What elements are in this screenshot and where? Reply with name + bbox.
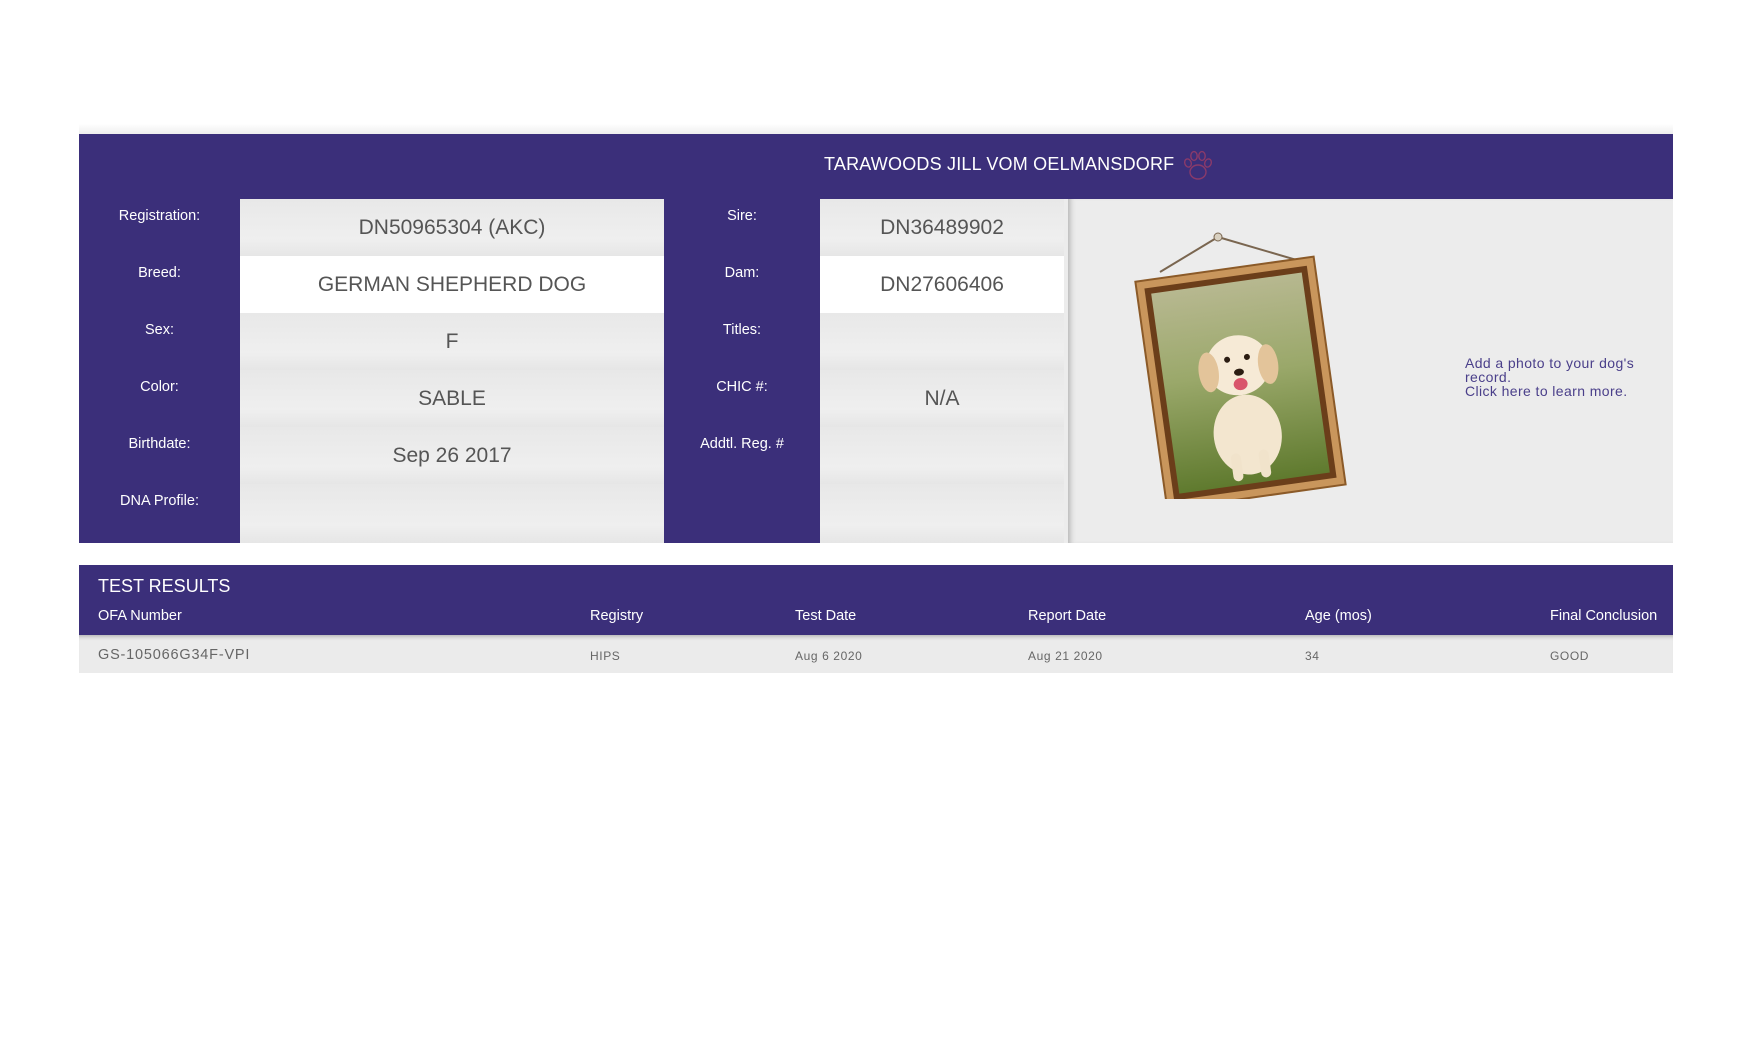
right-value-column: DN36489902 DN27606406 N/A: [820, 199, 1064, 543]
value-breed: GERMAN SHEPHERD DOG: [240, 256, 664, 313]
title-bar: TARAWOODS JILL VOM OELMANSDORF: [79, 134, 1673, 199]
cell-registry: HIPS: [590, 649, 621, 663]
column-registry: Registry: [590, 608, 644, 624]
cell-ofa-number: GS-105066G34F-VPI: [98, 647, 251, 663]
add-photo-line2: Click here to learn more.: [1465, 383, 1628, 399]
column-report-date: Report Date: [1028, 608, 1107, 624]
value-chic: N/A: [820, 370, 1064, 427]
label-dam: Dam:: [724, 265, 760, 281]
label-birthdate: Birthdate:: [128, 436, 191, 452]
dog-name: TARAWOODS JILL VOM OELMANSDORF: [824, 154, 1175, 174]
left-label-column: Registration: Breed: Sex: Color: Birthda…: [79, 134, 240, 543]
left-value-column: DN50965304 (AKC) GERMAN SHEPHERD DOG F S…: [240, 199, 664, 543]
value-sex: F: [240, 313, 664, 370]
column-age: Age (mos): [1305, 608, 1372, 624]
dog-record-card: TARAWOODS JILL VOM OELMANSDORF Registrat…: [79, 134, 1673, 543]
label-chic: CHIC #:: [716, 379, 768, 395]
cell-test-date: Aug 6 2020: [795, 649, 863, 663]
value-sire: DN36489902: [820, 199, 1064, 256]
label-titles: Titles:: [722, 322, 762, 338]
label-sex: Sex:: [144, 322, 174, 338]
column-final-conclusion: Final Conclusion: [1550, 608, 1658, 624]
value-titles: [820, 313, 1064, 370]
add-photo-line1: Add a photo to your dog's record.: [1465, 355, 1635, 385]
test-results-header: TEST RESULTS OFA Number Registry Test Da…: [79, 565, 1673, 635]
cell-age: 34: [1305, 649, 1320, 663]
cell-report-date: Aug 21 2020: [1028, 649, 1103, 663]
framed-dog-photo[interactable]: [1128, 229, 1368, 499]
label-dna-profile: DNA Profile:: [120, 493, 199, 509]
label-breed: Breed:: [138, 265, 181, 281]
value-addtl-reg: [820, 427, 1064, 484]
add-photo-link[interactable]: Add a photo to your dog's record. Click …: [1465, 356, 1673, 398]
label-addtl-reg: Addtl. Reg. #: [700, 436, 784, 452]
table-row: GS-105066G34F-VPI HIPS Aug 6 2020 Aug 21…: [79, 635, 1673, 673]
value-empty: [820, 484, 1064, 543]
value-color: SABLE: [240, 370, 664, 427]
value-birthdate: Sep 26 2017: [240, 427, 664, 484]
value-dna-profile: [240, 484, 664, 543]
label-registration: Registration:: [118, 208, 201, 224]
value-registration: DN50965304 (AKC): [240, 199, 664, 256]
paw-icon: [1183, 150, 1213, 180]
label-sire: Sire:: [727, 208, 757, 224]
column-test-date: Test Date: [795, 608, 857, 624]
test-results-title: TEST RESULTS: [98, 576, 231, 596]
label-color: Color:: [140, 379, 179, 395]
photo-area: Add a photo to your dog's record. Click …: [1068, 199, 1673, 543]
column-ofa-number: OFA Number: [98, 608, 182, 624]
header-shadow: [79, 124, 1673, 134]
value-dam: DN27606406: [820, 256, 1064, 313]
right-label-column: Sire: Dam: Titles: CHIC #: Addtl. Reg. #: [664, 134, 820, 543]
cell-final-conclusion: GOOD: [1550, 649, 1590, 663]
